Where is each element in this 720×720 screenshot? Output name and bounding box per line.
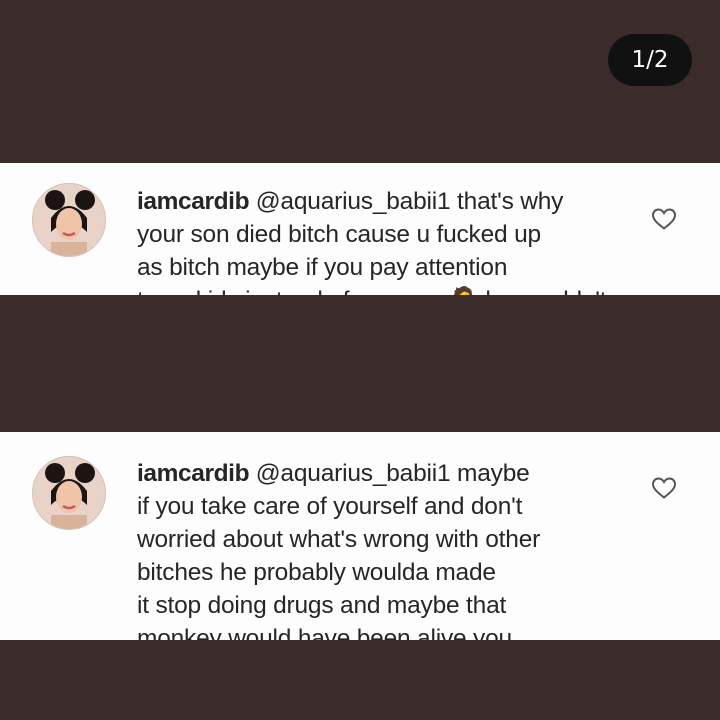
comment-line: that's why	[457, 188, 564, 215]
heart-outline-icon[interactable]	[651, 476, 677, 500]
comment-line: your son died bitch cause u fucked up	[137, 221, 541, 248]
comment-text: iamcardib @aquarius_babii1 maybe if you …	[137, 457, 642, 640]
avatar[interactable]	[32, 456, 106, 530]
comment-line: if you take care of yourself and don't	[137, 493, 523, 520]
profile-avatar	[33, 457, 105, 529]
comment-username[interactable]: iamcardib	[137, 460, 250, 487]
comment-card-2: iamcardib @aquarius_babii1 maybe if you …	[0, 432, 720, 640]
comment-line: as bitch maybe if you pay attention	[137, 254, 508, 281]
comment-line: worried about what's wrong with other	[137, 526, 541, 553]
comment-mention[interactable]: @aquarius_babii1	[256, 188, 451, 215]
bottom-band	[0, 640, 720, 720]
middle-band	[0, 295, 720, 432]
comment-text: iamcardib @aquarius_babii1 that's why yo…	[137, 185, 642, 295]
comment-line: monkey would have been alive you	[137, 625, 512, 640]
comment-card-1: iamcardib @aquarius_babii1 that's why yo…	[0, 163, 720, 295]
comment-mention[interactable]: @aquarius_babii1	[256, 460, 451, 487]
comment-line: maybe	[457, 460, 530, 487]
top-band	[0, 0, 720, 163]
profile-avatar	[33, 184, 105, 256]
heart-outline-icon[interactable]	[651, 207, 677, 231]
comment-line: to ya kids instead of my man 🤷 he wouldn…	[137, 287, 607, 295]
slide-counter: 1/2	[608, 34, 692, 86]
comment-line: bitches he probably woulda made	[137, 559, 496, 586]
comment-username[interactable]: iamcardib	[137, 188, 250, 215]
avatar[interactable]	[32, 183, 106, 257]
comment-line: it stop doing drugs and maybe that	[137, 592, 507, 619]
